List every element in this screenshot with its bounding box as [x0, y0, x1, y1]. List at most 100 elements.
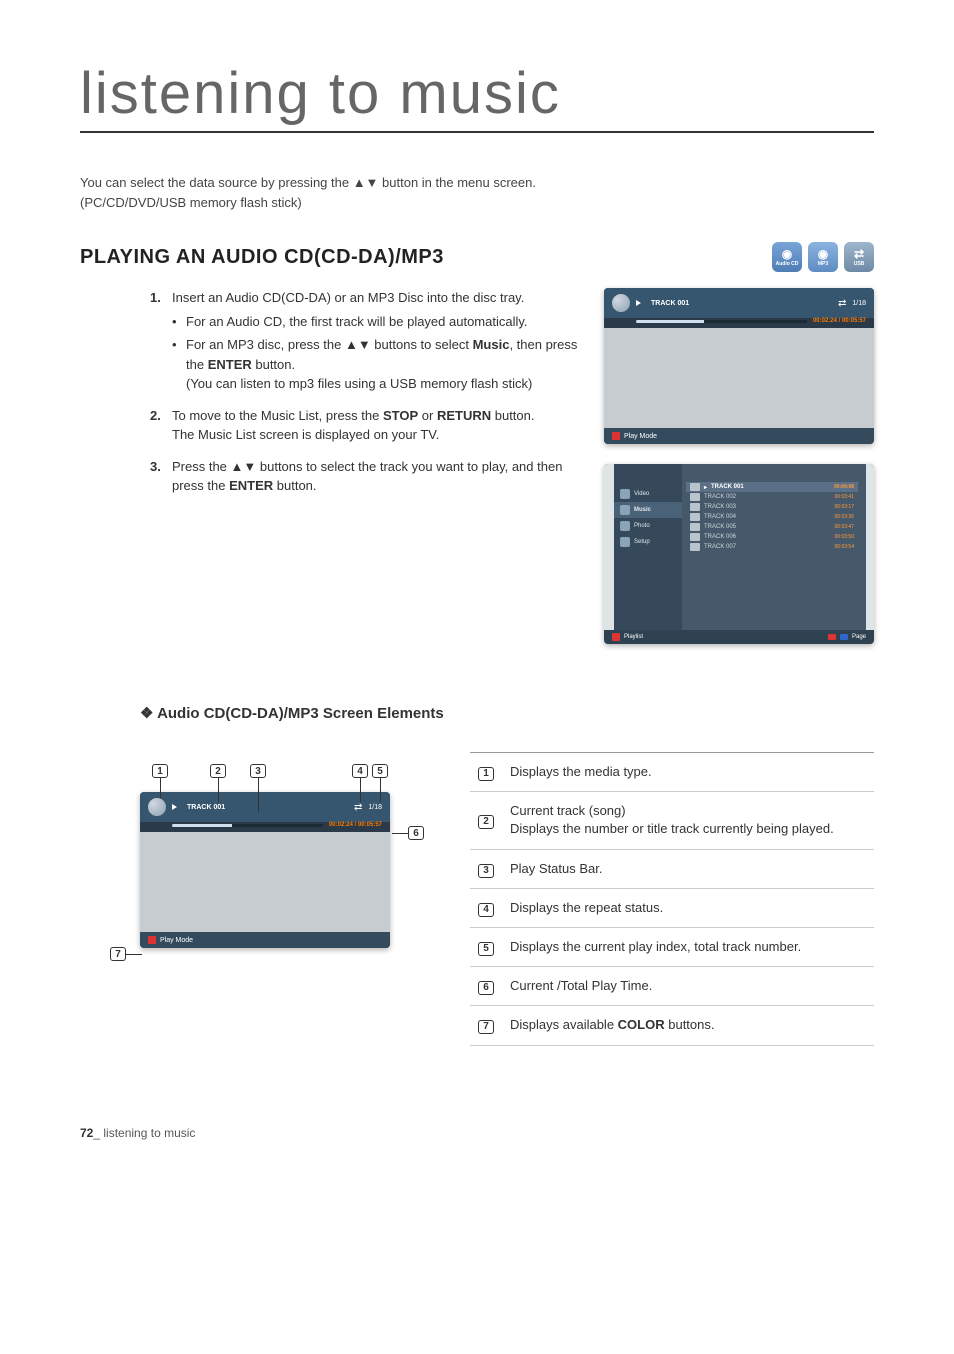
playback-screen: TRACK 001 ⇄ 1/18 00:02:24 / 00:05:57 Pla… — [604, 288, 874, 444]
nav-setup: Setup — [614, 534, 682, 550]
disc-icon: ◉ — [818, 248, 828, 260]
intro-line2: (PC/CD/DVD/USB memory flash stick) — [80, 195, 302, 210]
element-desc: Displays the media type. — [502, 753, 874, 792]
table-row: 7Displays available COLOR buttons. — [470, 1006, 874, 1045]
track-index: 1/18 — [368, 804, 382, 811]
table-row: 1Displays the media type. — [470, 753, 874, 792]
color-a-icon — [612, 633, 620, 641]
repeat-icon: ⇄ — [838, 298, 846, 309]
step-1: Insert an Audio CD(CD-DA) or an MP3 Disc… — [150, 288, 584, 394]
usb-icon: ⇄ — [854, 248, 864, 260]
track-name: TRACK 004 — [704, 514, 736, 520]
music-icon — [620, 505, 630, 515]
mp3-badge: ◉ MP3 — [808, 242, 838, 272]
element-desc: Play Status Bar. — [502, 849, 874, 888]
play-icon — [172, 804, 177, 810]
key-blue-icon — [840, 634, 848, 640]
callout-1: 1 — [152, 764, 168, 778]
page-footer: 72_ listening to music — [80, 1126, 874, 1140]
sidebar: Video Music Photo Setup — [614, 464, 682, 644]
repeat-icon: ⇄ — [354, 802, 362, 813]
track-icon — [690, 483, 700, 491]
play-icon — [636, 300, 641, 306]
track-name: TRACK 002 — [704, 494, 736, 500]
elements-diagram: 1 2 3 4 5 6 7 TRACK 001 ⇄ 1/ — [80, 752, 440, 968]
photo-icon — [620, 521, 630, 531]
track-icon — [690, 513, 700, 521]
page-number: 72 — [80, 1126, 93, 1140]
screen-body — [140, 832, 390, 932]
key-red-icon — [828, 634, 836, 640]
track-row: TRACK 005 00:03:47 — [686, 522, 858, 532]
element-desc: Displays the current play index, total t… — [502, 927, 874, 966]
nav-video: Video — [614, 486, 682, 502]
track-duration: 00:04:08 — [834, 484, 854, 490]
intro-line1: You can select the data source by pressi… — [80, 175, 536, 190]
time-display: 00:02:24 / 00:05:57 — [329, 822, 382, 828]
disc-icon: ◉ — [782, 248, 792, 260]
usb-badge: ⇄ USB — [844, 242, 874, 272]
element-number: 1 — [470, 753, 502, 792]
screen-body — [604, 328, 874, 428]
track-row: ▸TRACK 00100:04:08 — [686, 482, 858, 492]
track-index: 1/18 — [852, 300, 866, 307]
track-name: TRACK 001 — [711, 484, 744, 490]
track-name: TRACK 007 — [704, 544, 736, 550]
page-label: Page — [852, 634, 866, 640]
audiocd-badge: ◉ Audio CD — [772, 242, 802, 272]
video-icon — [620, 489, 630, 499]
track-icon — [690, 543, 700, 551]
table-row: 3Play Status Bar. — [470, 849, 874, 888]
progress-bar — [172, 824, 323, 827]
table-row: 4Displays the repeat status. — [470, 888, 874, 927]
track-icon — [690, 533, 700, 541]
track-row: TRACK 00600:03:50 — [686, 532, 858, 542]
step-3: Press the ▲▼ buttons to select the track… — [150, 457, 584, 496]
step-1-bullet-2: For an MP3 disc, press the ▲▼ buttons to… — [172, 335, 584, 394]
screen-elements-title: Audio CD(CD-DA)/MP3 Screen Elements — [140, 704, 874, 722]
callout-4: 4 — [352, 764, 368, 778]
page-title: listening to music — [80, 60, 874, 133]
element-desc: Current track (song)Displays the number … — [502, 792, 874, 849]
element-number: 3 — [470, 849, 502, 888]
color-a-icon — [148, 936, 156, 944]
element-desc: Current /Total Play Time. — [502, 967, 874, 1006]
music-list-screen: Video Music Photo Setup ▸TRACK 00100:04:… — [604, 464, 874, 644]
track-duration: 00:03:36 — [835, 514, 854, 520]
rail-left — [604, 464, 614, 644]
track-duration: 00:03:17 — [835, 504, 854, 510]
intro-text: You can select the data source by pressi… — [80, 173, 874, 212]
track-duration: 00:03:50 — [835, 534, 854, 540]
callout-5: 5 — [372, 764, 388, 778]
track-duration: 00:03:54 — [835, 544, 854, 550]
nav-music: Music — [614, 502, 682, 518]
disc-icon — [612, 294, 630, 312]
element-desc: Displays available COLOR buttons. — [502, 1006, 874, 1045]
track-icon — [690, 503, 700, 511]
footer-label: listening to music — [103, 1126, 195, 1140]
element-number: 7 — [470, 1006, 502, 1045]
playmode-label: Play Mode — [160, 937, 193, 944]
track-icon — [690, 523, 700, 531]
nav-photo: Photo — [614, 518, 682, 534]
step-1-bullet-1: For an Audio CD, the first track will be… — [172, 312, 584, 332]
callout-7: 7 — [110, 947, 126, 961]
track-row: TRACK 00200:03:41 — [686, 492, 858, 502]
callout-3: 3 — [250, 764, 266, 778]
steps-list: Insert an Audio CD(CD-DA) or an MP3 Disc… — [150, 288, 584, 496]
media-badges: ◉ Audio CD ◉ MP3 ⇄ USB — [772, 242, 874, 272]
current-track: TRACK 001 — [187, 804, 225, 811]
track-row: TRACK 004 00:03:36 — [686, 512, 858, 522]
track-row: TRACK 007 00:03:54 — [686, 542, 858, 552]
track-duration: 00:03:47 — [835, 524, 854, 530]
track-icon — [690, 493, 700, 501]
track-list: ▸TRACK 00100:04:08TRACK 00200:03:41TRACK… — [682, 464, 866, 644]
callout-2: 2 — [210, 764, 226, 778]
progress-bar — [636, 320, 807, 323]
track-name: TRACK 005 — [704, 524, 736, 530]
element-desc: Displays the repeat status. — [502, 888, 874, 927]
playmode-label: Play Mode — [624, 433, 657, 440]
playback-screen-diagram: TRACK 001 ⇄ 1/18 00:02:24 / 00:05:57 Pla… — [140, 792, 390, 948]
section-title: PLAYING AN AUDIO CD(CD-DA)/MP3 — [80, 246, 444, 269]
current-track: TRACK 001 — [651, 300, 689, 307]
